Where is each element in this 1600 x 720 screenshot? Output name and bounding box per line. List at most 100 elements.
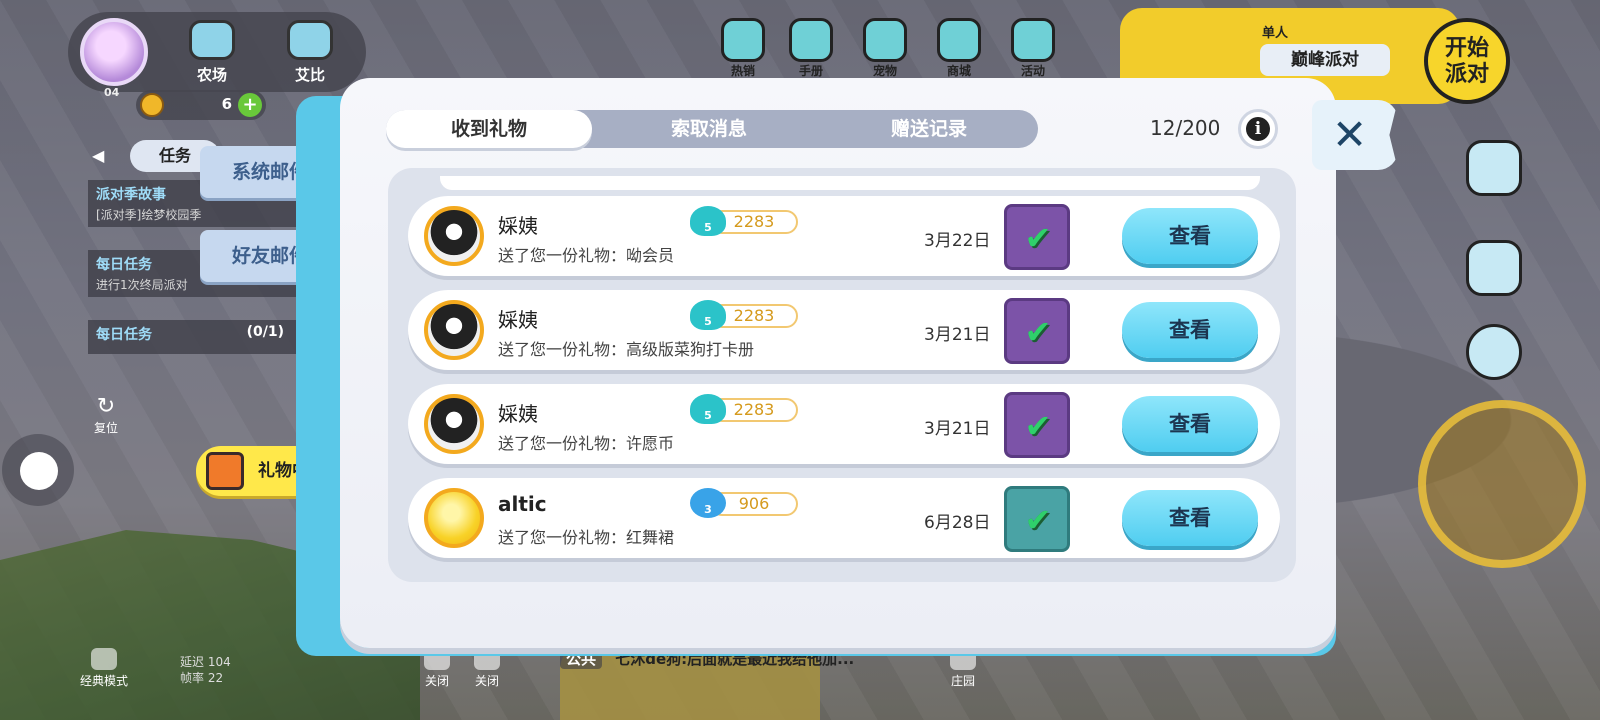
pet-shop-button[interactable]: 宠物 <box>858 18 912 79</box>
farm-label: 农场 <box>196 66 227 84</box>
gift-date: 3月21日 <box>924 325 991 345</box>
sun-face-avatar[interactable] <box>424 488 484 548</box>
gift-row: altic 906 3 送了您一份礼物：红舞裙 6月28日 ✔ 查看 <box>408 478 1280 558</box>
farm-icon <box>189 20 235 60</box>
farm-button[interactable]: 农场 <box>172 20 252 85</box>
mic-toggle-label: 关闭 <box>424 674 449 688</box>
anime-boy-avatar[interactable] <box>424 206 484 266</box>
speaker-icon[interactable]: ◀ <box>92 146 104 165</box>
tab-received-gifts[interactable]: 收到礼物 <box>386 110 592 148</box>
anime-boy-avatar[interactable] <box>424 394 484 454</box>
anime-boy-avatar[interactable] <box>424 300 484 360</box>
gift-box-icon <box>206 452 244 490</box>
pet-label: 艾比 <box>294 66 325 84</box>
bear-friend-icon: 3 <box>690 488 726 518</box>
gift-tabs: 收到礼物 索取消息 赠送记录 <box>386 110 1038 148</box>
gift-counter: 12/200 <box>1150 116 1221 140</box>
task-desc: [派对季]绘梦校园季 <box>96 208 202 222</box>
view-gift-button[interactable]: 查看 <box>1122 302 1258 358</box>
friend-level: 5 <box>704 315 712 328</box>
gift-date: 6月28日 <box>924 513 991 533</box>
pet-cat-icon <box>287 20 333 60</box>
pet-shop-label: 宠物 <box>872 64 897 78</box>
sender-name: 婇姨 <box>498 308 538 332</box>
gift-date: 3月22日 <box>924 231 991 251</box>
friend-level: 5 <box>704 409 712 422</box>
red-dress-icon: ✔ <box>1004 486 1070 552</box>
handbook-label: 手册 <box>798 64 823 78</box>
emote-icon[interactable] <box>1466 324 1522 380</box>
gift-description: 送了您一份礼物：呦会员 <box>498 246 675 265</box>
latency-readout: 延迟 104 <box>180 655 231 669</box>
friendship-badge: 2283 5 <box>690 394 800 424</box>
coin-bar: 6 + <box>136 90 266 120</box>
backpack-icon[interactable] <box>1466 140 1522 196</box>
info-icon[interactable] <box>1238 109 1278 149</box>
classic-mode-button[interactable]: 经典模式 <box>80 648 128 689</box>
network-stats: 延迟 104 帧率 22 <box>180 654 231 686</box>
coin-count: 6 <box>221 95 232 113</box>
hot-sale-label: 热销 <box>730 64 755 78</box>
manor-label: 庄园 <box>950 674 975 688</box>
event-button[interactable]: 活动 <box>1006 18 1060 79</box>
tab-request-messages[interactable]: 索取消息 <box>606 110 812 148</box>
event-label: 活动 <box>1020 64 1045 78</box>
mode-tag: 单人 <box>1262 26 1289 41</box>
pet-icon <box>863 18 907 62</box>
view-gift-button[interactable]: 查看 <box>1122 208 1258 264</box>
speaker-toggle-label: 关闭 <box>474 674 499 688</box>
view-gift-button[interactable]: 查看 <box>1122 490 1258 546</box>
event-icon <box>1011 18 1055 62</box>
shop-icon <box>937 18 981 62</box>
sender-name: altic <box>498 492 547 516</box>
fps-readout: 帧率 22 <box>180 671 224 685</box>
gift-row: 婇姨 2283 5 送了您一份礼物：许愿币 3月21日 ✔ 查看 <box>408 384 1280 464</box>
handbook-icon <box>789 18 833 62</box>
start-party-button[interactable]: 开始 派对 <box>1424 18 1510 104</box>
coin-icon <box>140 93 164 117</box>
claimed-check-icon: ✔ <box>1024 501 1052 539</box>
shop-button[interactable]: 商城 <box>932 18 986 79</box>
heart-friend-icon: 5 <box>690 206 726 236</box>
view-gift-button[interactable]: 查看 <box>1122 396 1258 452</box>
heart-friend-icon: 5 <box>690 300 726 330</box>
sender-name: 婇姨 <box>498 214 538 238</box>
list-scroll-lip <box>440 176 1260 190</box>
claimed-check-icon: ✔ <box>1024 407 1052 445</box>
task-item[interactable]: 每日任务 (0/1) <box>88 320 298 354</box>
reset-label: 复位 <box>93 421 118 435</box>
reset-button[interactable]: ↻ 复位 <box>86 394 126 436</box>
wish-coin-icon: ✔ <box>1004 392 1070 458</box>
checkin-book-icon: ✔ <box>1004 298 1070 364</box>
hot-sale-button[interactable]: 热销 <box>716 18 770 79</box>
player-level: 04 <box>104 86 120 99</box>
close-button[interactable]: ✕ <box>1312 100 1398 170</box>
claimed-check-icon: ✔ <box>1024 219 1052 257</box>
eye-icon <box>91 648 117 670</box>
classic-mode-label: 经典模式 <box>80 674 129 688</box>
reset-icon: ↻ <box>96 394 116 419</box>
gift-date: 3月21日 <box>924 419 991 439</box>
claimed-check-icon: ✔ <box>1024 313 1052 351</box>
gift-row: 婇姨 2283 5 送了您一份礼物：高级版菜狗打卡册 3月21日 ✔ 查看 <box>408 290 1280 370</box>
friendship-badge: 2283 5 <box>690 206 800 236</box>
action-button[interactable] <box>1418 400 1586 568</box>
tab-sent-records[interactable]: 赠送记录 <box>826 110 1032 148</box>
gift-description: 送了您一份礼物：许愿币 <box>498 434 675 453</box>
friendship-badge: 2283 5 <box>690 300 800 330</box>
handbook-button[interactable]: 手册 <box>784 18 838 79</box>
sender-name: 婇姨 <box>498 402 538 426</box>
add-coins-button[interactable]: + <box>238 93 262 117</box>
friendship-badge: 906 3 <box>690 488 800 518</box>
vehicle-icon[interactable] <box>1466 240 1522 296</box>
shop-label: 商城 <box>946 64 971 78</box>
pet-button[interactable]: 艾比 <box>270 20 350 85</box>
task-progress: (0/1) <box>246 324 284 340</box>
start-line-1: 开始 <box>1444 36 1489 61</box>
mode-selector[interactable]: 巅峰派对 <box>1260 44 1390 76</box>
movement-joystick[interactable] <box>2 434 74 506</box>
gift-row: 婇姨 2283 5 送了您一份礼物：呦会员 3月22日 ✔ 查看 <box>408 196 1280 276</box>
membership-card-icon: ✔ <box>1004 204 1070 270</box>
start-line-2: 派对 <box>1444 62 1489 87</box>
player-avatar[interactable] <box>80 18 148 86</box>
